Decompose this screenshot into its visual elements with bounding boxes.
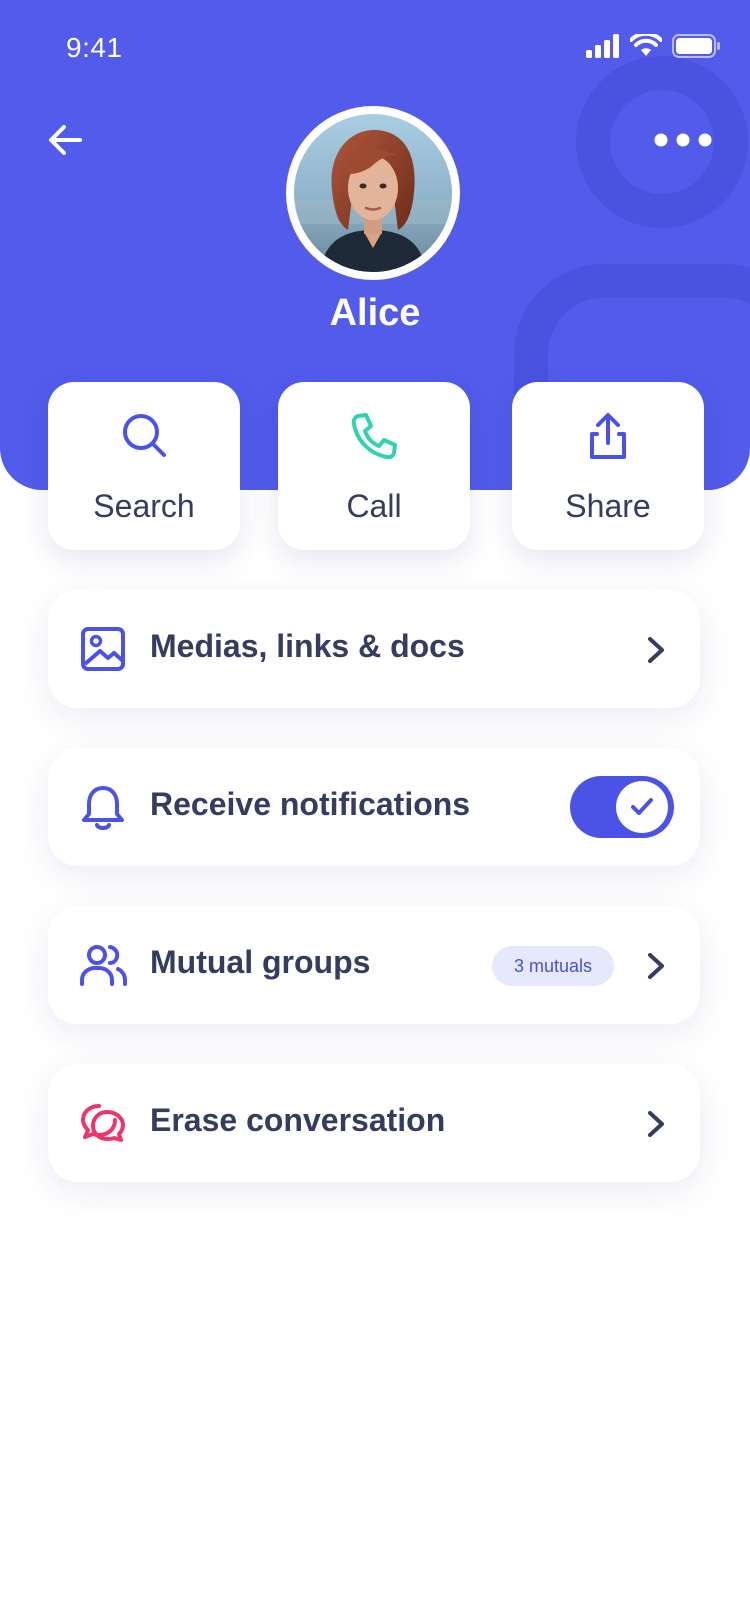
- more-dots-icon: [654, 133, 712, 147]
- back-button[interactable]: [44, 116, 92, 164]
- cellular-signal-icon: [586, 34, 619, 58]
- wifi-icon: [630, 34, 662, 56]
- image-icon: [81, 627, 125, 671]
- mutuals-count-badge: 3 mutuals: [492, 946, 614, 986]
- search-action-label: Search: [93, 488, 195, 524]
- mutual-groups-row[interactable]: Mutual groups 3 mutuals: [48, 906, 700, 1024]
- status-bar: 9:41: [0, 0, 750, 96]
- status-icons: [586, 34, 720, 58]
- call-action-label: Call: [346, 488, 402, 524]
- receive-notifications-row: Receive notifications: [48, 748, 700, 866]
- arrow-left-icon: [49, 125, 82, 155]
- share-icon: [590, 413, 626, 459]
- chevron-right-icon: [648, 1111, 664, 1137]
- notifications-toggle[interactable]: [570, 776, 674, 838]
- call-action-button[interactable]: Call: [278, 382, 470, 550]
- avatar: [286, 106, 460, 280]
- notifications-row-label: Receive notifications: [150, 786, 471, 822]
- mutual-groups-row-label: Mutual groups: [150, 944, 371, 980]
- phone-icon: [351, 413, 397, 460]
- search-icon: [123, 414, 166, 457]
- share-action-button[interactable]: Share: [512, 382, 704, 550]
- checkmark-icon: [631, 798, 653, 815]
- users-icon: [80, 945, 127, 986]
- medias-links-docs-row[interactable]: Medias, links & docs: [48, 590, 700, 708]
- bell-icon: [82, 786, 124, 830]
- erase-row-label: Erase conversation: [150, 1102, 446, 1138]
- contact-profile-screen: 9:41 Alice Search Call Share Medias, lin…: [0, 0, 750, 1624]
- battery-icon: [672, 34, 720, 58]
- erase-conversation-row[interactable]: Erase conversation: [48, 1064, 700, 1182]
- status-time: 9:41: [66, 32, 123, 63]
- toggle-knob: [616, 781, 668, 833]
- share-action-label: Share: [565, 488, 651, 524]
- avatar-photo: [294, 114, 452, 272]
- medias-row-label: Medias, links & docs: [150, 628, 465, 664]
- chevron-right-icon: [648, 953, 664, 979]
- chevron-right-icon: [648, 637, 664, 663]
- search-action-button[interactable]: Search: [48, 382, 240, 550]
- contact-name: Alice: [329, 292, 421, 334]
- more-options-button[interactable]: [652, 124, 714, 156]
- chat-bubbles-icon: [81, 1104, 125, 1142]
